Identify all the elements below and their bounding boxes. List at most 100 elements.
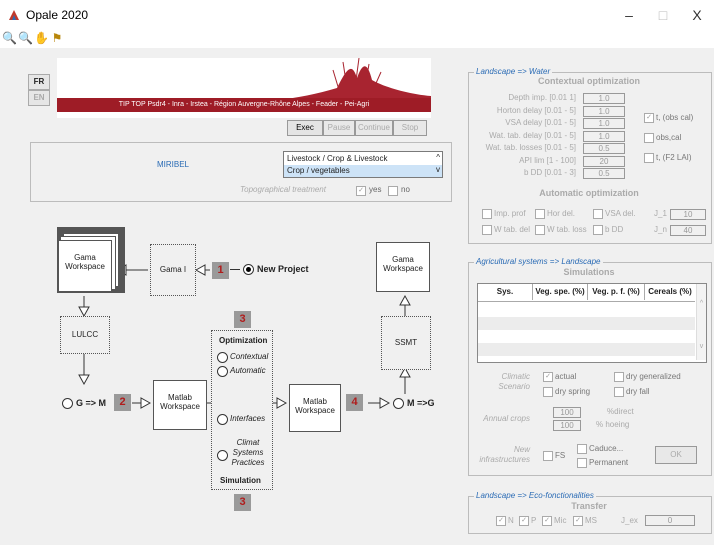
water-param-label: b DD [0.01 - 3] — [523, 168, 576, 177]
b-dd-checkbox[interactable] — [593, 225, 603, 235]
water-param-label: Wat. tab. delay [0.01 - 5] — [489, 130, 576, 140]
table-scrollbar[interactable]: ^ v — [696, 284, 706, 360]
ms-checkbox[interactable]: ✓ — [573, 516, 583, 526]
minimize-button[interactable]: – — [614, 5, 644, 25]
dry-spring-label: dry spring — [555, 387, 591, 396]
imp-prof-checkbox[interactable] — [482, 209, 492, 219]
mic-label: Mic — [554, 516, 567, 525]
obs-cal-checkbox[interactable] — [644, 133, 654, 143]
water-param-input[interactable]: 1.0 — [583, 118, 625, 129]
gama-workspace-left-label: Gama Workspace — [65, 253, 105, 271]
w-tab-del-checkbox[interactable] — [482, 225, 492, 235]
ok-button[interactable]: OK — [655, 446, 697, 464]
water-param-input[interactable]: 0.5 — [583, 143, 625, 154]
caduce-label: Caduce... — [589, 444, 624, 453]
j-ex-label: J_ex — [621, 516, 638, 525]
water-param-label: Wat. tab. losses [0.01 - 5] — [485, 143, 576, 152]
water-subtitle: Contextual optimization — [538, 76, 640, 86]
obs-cal-t-label: t, (obs cal) — [656, 113, 694, 122]
new-project-radio[interactable] — [243, 264, 254, 275]
obs-cal-t-checkbox[interactable]: ✓ — [644, 113, 654, 123]
simulation-table[interactable]: Sys. Veg. spe. (%) Veg. p. f. (%) Cereal… — [477, 283, 707, 363]
col-veg-spe: Veg. spe. (%) — [533, 284, 588, 300]
p-checkbox[interactable]: ✓ — [519, 516, 529, 526]
climat-radio[interactable] — [217, 450, 228, 461]
imp-prof-label: Imp. prof — [494, 209, 526, 218]
step-4-badge: 4 — [346, 394, 363, 411]
obs-cal-label: obs,cal — [656, 133, 682, 142]
n-checkbox[interactable]: ✓ — [496, 516, 506, 526]
permanent-checkbox[interactable] — [577, 458, 587, 468]
n-label: N — [508, 516, 514, 525]
table-row[interactable] — [478, 317, 695, 330]
table-row[interactable] — [478, 343, 695, 356]
matlab-workspace-left[interactable]: Matlab Workspace — [153, 380, 207, 430]
dry-generalized-label: dry generalized — [626, 372, 681, 381]
col-veg-pf: Veg. p. f. (%) — [588, 284, 645, 300]
contextual-radio[interactable] — [217, 352, 228, 363]
climat-label: Climat Systems Practices — [231, 438, 265, 467]
eco-title: Landscape => Eco-fonctionalities — [474, 491, 596, 500]
water-param-input[interactable]: 20 — [583, 155, 625, 167]
dry-generalized-checkbox[interactable] — [614, 372, 624, 382]
actual-label: actual — [555, 372, 577, 381]
f2-lai-checkbox[interactable] — [644, 153, 654, 163]
w-tab-loss-label: W tab. loss — [547, 225, 587, 234]
f2-lai-label: t, (F2 LAI) — [656, 153, 692, 162]
water-param-input[interactable]: 1.0 — [583, 93, 625, 104]
direct-input[interactable]: 100 — [553, 407, 581, 418]
col-sys: Sys. — [478, 284, 533, 300]
water-param-input[interactable]: 1.0 — [583, 105, 625, 117]
ms-label: MS — [585, 516, 597, 525]
matlab-workspace-right[interactable]: Matlab Workspace — [289, 384, 341, 432]
w-tab-loss-checkbox[interactable] — [535, 225, 545, 235]
w-tab-del-label: W tab. del — [494, 225, 531, 234]
gama-workspace-left[interactable]: Gama Workspace — [58, 240, 112, 292]
gama-i-box[interactable]: Gama I — [150, 244, 196, 296]
close-button[interactable]: X — [682, 5, 712, 25]
water-param-input[interactable]: 0.5 — [583, 168, 625, 179]
mic-checkbox[interactable]: ✓ — [542, 516, 552, 526]
jn-label: J_n — [654, 225, 667, 234]
gama-workspace-right[interactable]: Gama Workspace — [376, 242, 430, 292]
step-2-badge: 2 — [114, 394, 131, 411]
gm-label: G => M — [76, 398, 107, 408]
water-param-input[interactable]: 1.0 — [583, 130, 625, 142]
dry-fall-checkbox[interactable] — [614, 387, 624, 397]
automatic-radio[interactable] — [217, 366, 228, 377]
gama-workspace-right-label: Gama Workspace — [383, 255, 423, 273]
new-infra-label: New infrastructures — [479, 445, 530, 464]
dry-spring-checkbox[interactable] — [543, 387, 553, 397]
optimization-label: Optimization — [219, 336, 268, 345]
actual-checkbox[interactable]: ✓ — [543, 372, 553, 382]
lulcc-box[interactable]: LULCC — [60, 316, 110, 354]
b-dd-label: b DD — [605, 225, 624, 234]
vsa-del-label: VSA del. — [605, 209, 636, 218]
jn-input[interactable]: 40 — [670, 225, 706, 236]
water-param-label: VSA delay [0.01 - 5] — [505, 118, 576, 127]
dry-fall-label: dry fall — [626, 387, 650, 396]
hoeing-input[interactable]: 100 — [553, 420, 581, 431]
matlab-workspace-left-label: Matlab Workspace — [160, 393, 200, 411]
vsa-del-checkbox[interactable] — [593, 209, 603, 219]
mg-radio[interactable] — [393, 398, 404, 409]
fs-checkbox[interactable] — [543, 451, 553, 461]
j1-input[interactable]: 10 — [670, 209, 706, 220]
water-title: Landscape => Water — [474, 67, 553, 76]
caduce-checkbox[interactable] — [577, 444, 587, 454]
direct-label: %direct — [607, 407, 634, 416]
gm-radio[interactable] — [62, 398, 73, 409]
j-ex-input[interactable]: 0 — [645, 515, 695, 526]
p-label: P — [531, 516, 537, 525]
eco-subtitle: Transfer — [571, 501, 607, 511]
step-1-connector — [230, 269, 240, 270]
water-param-label: Horton delay [0.01 - 5] — [496, 105, 576, 115]
hor-del-checkbox[interactable] — [535, 209, 545, 219]
agri-title: Agricultural systems => Landscape — [474, 257, 603, 266]
auto-opt-title: Automatic optimization — [539, 188, 639, 198]
maximize-button[interactable]: □ — [648, 5, 678, 25]
hor-del-label: Hor del. — [547, 209, 576, 218]
ssmt-box[interactable]: SSMT — [381, 316, 431, 370]
interfaces-radio[interactable] — [217, 414, 228, 425]
mg-label: M =>G — [407, 398, 435, 408]
